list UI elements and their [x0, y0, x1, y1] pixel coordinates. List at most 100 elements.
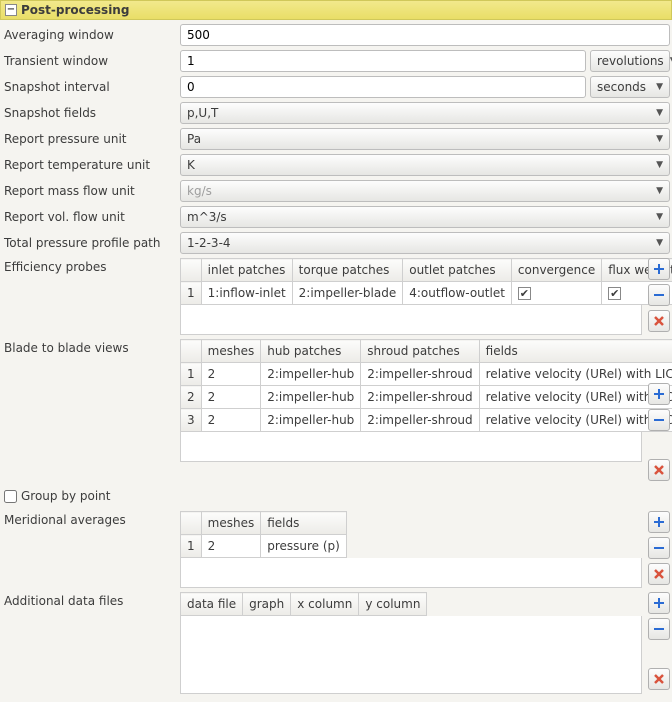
col-meshes[interactable]: meshes [201, 340, 261, 363]
report-pressure-unit-value: Pa [187, 132, 201, 146]
total-pressure-profile-path-value: 1-2-3-4 [187, 236, 231, 250]
meridional-averages-table[interactable]: meshes fields 1 2 pressure (p) [180, 511, 347, 558]
cell-inlet-patches[interactable]: 1:inflow-inlet [201, 282, 292, 305]
checkbox-icon[interactable]: ✔ [518, 287, 531, 300]
label-meridional-averages: Meridional averages [2, 511, 180, 527]
snapshot-fields-value: p,U,T [187, 106, 218, 120]
table-row[interactable]: 1 2 pressure (p) [181, 535, 347, 558]
col-meshes[interactable]: meshes [201, 512, 261, 535]
remove-button[interactable] [648, 409, 670, 431]
efficiency-probes-table[interactable]: inlet patches torque patches outlet patc… [180, 258, 672, 305]
label-averaging-window: Averaging window [2, 28, 180, 42]
row-report-temperature-unit: Report temperature unit K ▼ [2, 154, 670, 176]
col-shroud-patches[interactable]: shroud patches [361, 340, 479, 363]
table-cell[interactable]: 2:impeller-shroud [361, 409, 479, 432]
cell-fields[interactable]: pressure (p) [261, 535, 347, 558]
row-number: 2 [181, 386, 202, 409]
delete-button[interactable] [648, 459, 670, 481]
blade-to-blade-table[interactable]: meshes hub patches shroud patches fields… [180, 339, 672, 432]
col-inlet-patches[interactable]: inlet patches [201, 259, 292, 282]
row-number: 1 [181, 535, 202, 558]
row-number: 1 [181, 363, 202, 386]
additional-data-files-table[interactable]: data file graph x column y column [180, 592, 427, 616]
table-cell[interactable]: 2 [201, 363, 261, 386]
snapshot-fields-select[interactable]: p,U,T ▼ [180, 102, 670, 124]
col-data-file[interactable]: data file [181, 593, 243, 616]
chevron-down-icon: ▼ [656, 160, 663, 170]
table-cell[interactable]: 2:impeller-shroud [361, 386, 479, 409]
cell-torque-patches[interactable]: 2:impeller-blade [292, 282, 403, 305]
add-button[interactable] [648, 258, 670, 280]
col-fields[interactable]: fields [261, 512, 347, 535]
label-group-by-point: Group by point [21, 489, 110, 503]
col-torque-patches[interactable]: torque patches [292, 259, 403, 282]
delete-button[interactable] [648, 563, 670, 585]
report-pressure-unit-select[interactable]: Pa ▼ [180, 128, 670, 150]
report-vol-flow-unit-select[interactable]: m^3/s ▼ [180, 206, 670, 228]
transient-window-unit-select[interactable]: revolutions ▼ [590, 50, 670, 72]
report-temperature-unit-select[interactable]: K ▼ [180, 154, 670, 176]
transient-window-input[interactable] [180, 50, 586, 72]
table-cell[interactable]: 2 [201, 386, 261, 409]
add-button[interactable] [648, 592, 670, 614]
row-meridional-averages: Meridional averages meshes fields 1 [2, 511, 670, 588]
cross-icon [653, 568, 665, 580]
table-cell[interactable]: relative velocity (URel) with LIC [479, 363, 672, 386]
cell-outlet-patches[interactable]: 4:outflow-outlet [403, 282, 512, 305]
col-x-column[interactable]: x column [291, 593, 359, 616]
averaging-window-input[interactable] [180, 24, 670, 46]
table-cell[interactable]: 2 [201, 409, 261, 432]
snapshot-interval-unit-select[interactable]: seconds ▼ [590, 76, 670, 98]
snapshot-interval-input[interactable] [180, 76, 586, 98]
table-cell[interactable]: 2:impeller-hub [261, 363, 361, 386]
table-row[interactable]: 122:impeller-hub2:impeller-shroudrelativ… [181, 363, 672, 386]
delete-button[interactable] [648, 310, 670, 332]
table-cell[interactable]: relative velocity (URel) with LIC [479, 386, 672, 409]
table-pad [180, 558, 642, 588]
label-additional-data-files: Additional data files [2, 592, 180, 608]
section-title: Post-processing [21, 3, 129, 17]
chevron-down-icon: ▼ [656, 108, 663, 118]
label-report-vol-flow-unit: Report vol. flow unit [2, 210, 180, 224]
table-row[interactable]: 1 1:inflow-inlet 2:impeller-blade 4:outf… [181, 282, 672, 305]
table-pad [180, 616, 642, 694]
row-transient-window: Transient window revolutions ▼ [2, 50, 670, 72]
col-graph[interactable]: graph [243, 593, 291, 616]
cell-convergence[interactable]: ✔ [511, 282, 601, 305]
add-button[interactable] [648, 511, 670, 533]
table-cell[interactable]: 2:impeller-hub [261, 386, 361, 409]
total-pressure-profile-path-select[interactable]: 1-2-3-4 ▼ [180, 232, 670, 254]
group-by-point-checkbox[interactable] [4, 490, 17, 503]
row-group-by-point: Group by point [2, 485, 670, 507]
delete-button[interactable] [648, 668, 670, 690]
table-row[interactable]: 322:impeller-hub2:impeller-shroudrelativ… [181, 409, 672, 432]
checkbox-icon[interactable]: ✔ [608, 287, 621, 300]
table-pad [180, 432, 642, 462]
cross-icon [653, 315, 665, 327]
collapse-icon[interactable]: − [5, 4, 17, 16]
row-report-vol-flow-unit: Report vol. flow unit m^3/s ▼ [2, 206, 670, 228]
table-row[interactable]: 222:impeller-hub2:impeller-shroudrelativ… [181, 386, 672, 409]
table-cell[interactable]: 2:impeller-hub [261, 409, 361, 432]
col-fields[interactable]: fields [479, 340, 672, 363]
cell-meshes[interactable]: 2 [201, 535, 261, 558]
remove-button[interactable] [648, 618, 670, 640]
transient-window-unit-value: revolutions [597, 54, 664, 68]
col-convergence[interactable]: convergence [511, 259, 601, 282]
report-vol-flow-unit-value: m^3/s [187, 210, 227, 224]
add-button[interactable] [648, 383, 670, 405]
col-y-column[interactable]: y column [359, 593, 427, 616]
remove-button[interactable] [648, 537, 670, 559]
label-snapshot-interval: Snapshot interval [2, 80, 180, 94]
blade-to-blade-buttons [648, 339, 670, 481]
row-number: 3 [181, 409, 202, 432]
efficiency-probes-buttons [648, 258, 670, 335]
table-cell[interactable]: relative velocity (URel) with LIC [479, 409, 672, 432]
remove-button[interactable] [648, 284, 670, 306]
label-report-mass-flow-unit: Report mass flow unit [2, 184, 180, 198]
table-cell[interactable]: 2:impeller-shroud [361, 363, 479, 386]
col-hub-patches[interactable]: hub patches [261, 340, 361, 363]
section-header[interactable]: − Post-processing [0, 0, 672, 20]
col-outlet-patches[interactable]: outlet patches [403, 259, 512, 282]
row-averaging-window: Averaging window [2, 24, 670, 46]
